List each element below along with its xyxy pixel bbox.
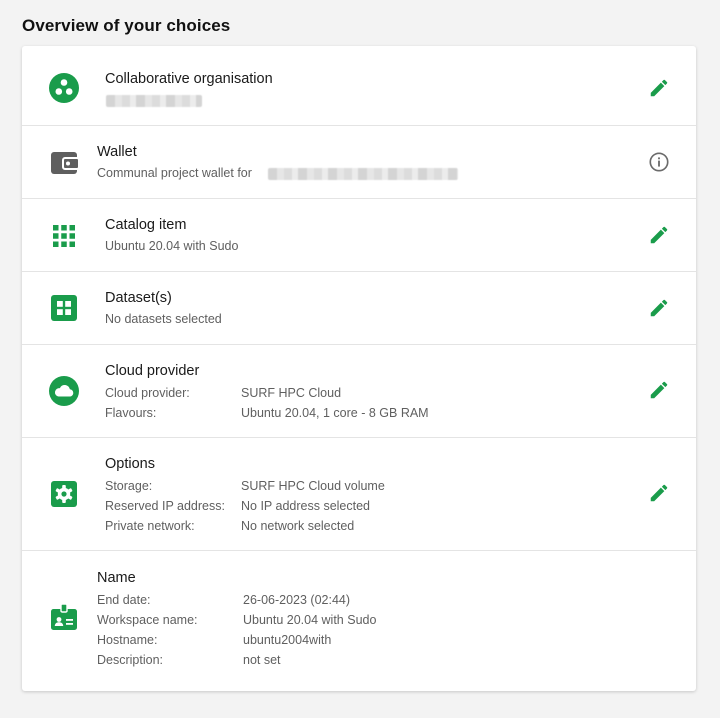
organisation-name-redacted	[106, 95, 202, 107]
wallet-owner-redacted	[268, 168, 458, 180]
storage-value: SURF HPC Cloud volume	[241, 479, 385, 493]
organisation-title: Collaborative organisation	[105, 71, 273, 87]
options-row: Options Storage: SURF HPC Cloud volume R…	[22, 438, 696, 551]
name-row: Name End date: 26-06-2023 (02:44) Worksp…	[22, 551, 696, 691]
pencil-icon	[650, 299, 668, 317]
hostname-label: Hostname:	[97, 633, 158, 647]
info-icon	[649, 152, 669, 172]
badge-icon	[48, 601, 80, 633]
end-date-label: End date:	[97, 593, 151, 607]
options-title: Options	[105, 456, 155, 472]
flavours-value: Ubuntu 20.04, 1 core - 8 GB RAM	[241, 406, 429, 420]
reserved-ip-value: No IP address selected	[241, 499, 371, 513]
edit-catalog-button[interactable]	[646, 222, 672, 248]
flavours-label: Flavours:	[105, 406, 157, 420]
workspace-name-label: Workspace name:	[97, 613, 198, 627]
cloud-provider-value: SURF HPC Cloud	[241, 386, 342, 400]
private-network-label: Private network:	[105, 519, 195, 533]
hostname-value: ubuntu2004with	[243, 633, 332, 647]
datasets-subtitle: No datasets selected	[105, 312, 222, 326]
catalog-title: Catalog item	[105, 217, 187, 233]
page-title: Overview of your choices	[22, 16, 231, 35]
end-date-value: 26-06-2023 (02:44)	[243, 593, 351, 607]
wallet-row: Wallet Communal project wallet for	[22, 126, 696, 199]
choices-overview-card: Collaborative organisation Wallet Commun…	[22, 46, 696, 691]
wallet-info-button[interactable]	[648, 151, 670, 173]
cloud-icon	[48, 375, 80, 407]
name-title: Name	[97, 570, 136, 586]
description-value: not set	[243, 653, 281, 667]
private-network-value: No network selected	[241, 519, 355, 533]
workspace-name-value: Ubuntu 20.04 with Sudo	[243, 613, 377, 627]
organisation-row: Collaborative organisation	[22, 46, 696, 126]
pencil-icon	[650, 484, 668, 502]
catalog-subtitle: Ubuntu 20.04 with Sudo	[105, 239, 239, 253]
pencil-icon	[650, 79, 668, 97]
catalog-row: Catalog item Ubuntu 20.04 with Sudo	[22, 199, 696, 272]
datasets-row: Dataset(s) No datasets selected	[22, 272, 696, 345]
pencil-icon	[650, 381, 668, 399]
edit-datasets-button[interactable]	[646, 295, 672, 321]
storage-label: Storage:	[105, 479, 153, 493]
cloud-provider-label: Cloud provider:	[105, 386, 190, 400]
edit-options-button[interactable]	[646, 480, 672, 506]
wallet-title: Wallet	[97, 144, 137, 160]
dataset-icon	[48, 292, 80, 324]
pencil-icon	[650, 226, 668, 244]
cloud-provider-row: Cloud provider Cloud provider: SURF HPC …	[22, 345, 696, 438]
settings-gear-icon	[48, 478, 80, 510]
reserved-ip-label: Reserved IP address:	[105, 499, 225, 513]
cloud-title: Cloud provider	[105, 363, 200, 379]
edit-organisation-button[interactable]	[646, 75, 672, 101]
datasets-title: Dataset(s)	[105, 290, 172, 306]
description-label: Description:	[97, 653, 163, 667]
wallet-icon	[48, 147, 80, 179]
edit-cloud-provider-button[interactable]	[646, 377, 672, 403]
organisation-icon	[48, 72, 80, 104]
apps-grid-icon	[48, 220, 80, 252]
wallet-subtitle: Communal project wallet for	[97, 166, 252, 180]
